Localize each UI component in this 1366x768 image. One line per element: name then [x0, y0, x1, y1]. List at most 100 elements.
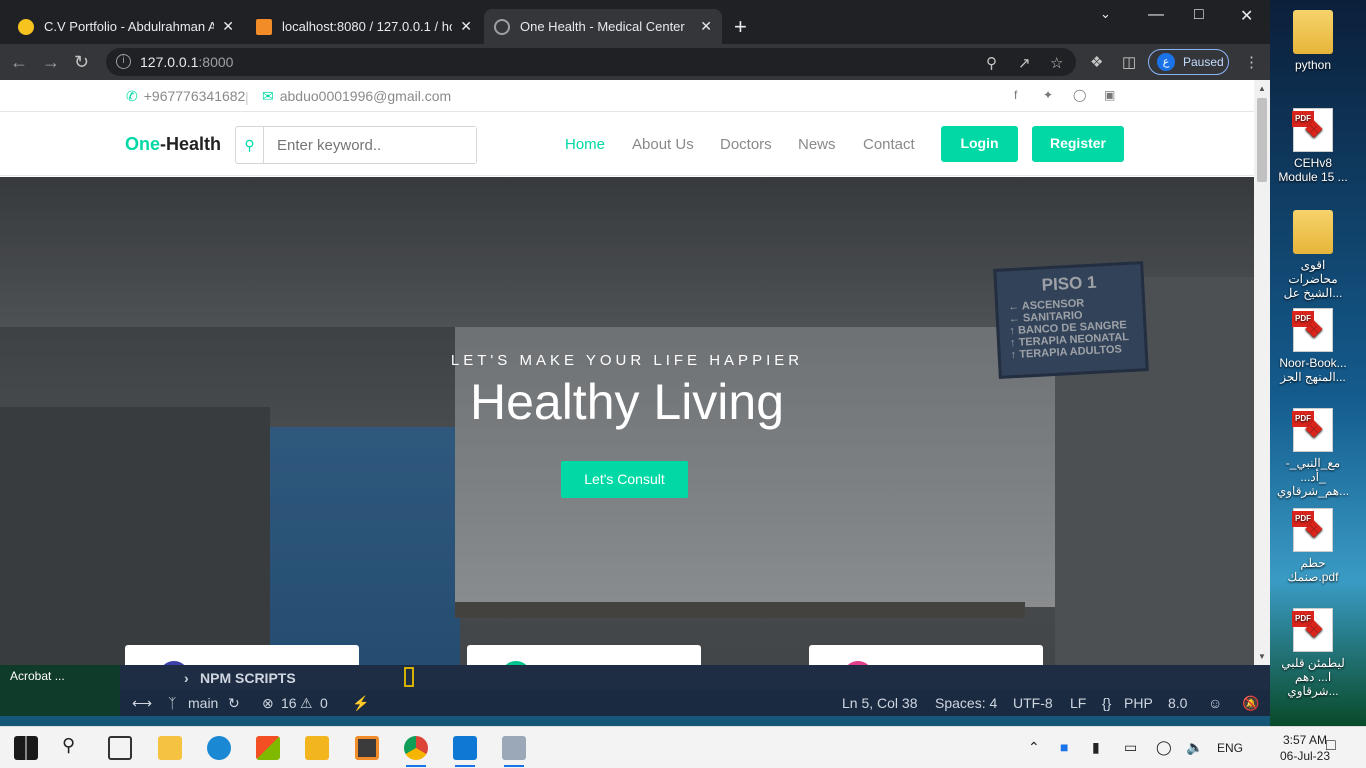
- page-scrollbar[interactable]: ▲ ▼: [1254, 80, 1270, 665]
- cursor-position[interactable]: Ln 5, Col 38: [842, 695, 918, 711]
- notifications-muted-icon[interactable]: 🔕: [1242, 695, 1259, 712]
- input-language[interactable]: ENG: [1217, 741, 1243, 755]
- zoom-icon[interactable]: ⚲: [986, 54, 997, 72]
- tab-search-chevron-icon[interactable]: ⌄: [1100, 6, 1111, 22]
- cursor-marker: [404, 667, 414, 687]
- warning-count[interactable]: 0: [320, 695, 328, 711]
- feature-card: [467, 645, 701, 665]
- nav-home[interactable]: Home: [565, 136, 605, 153]
- store-icon[interactable]: [256, 736, 280, 760]
- phone-contact[interactable]: ✆ +967776341682: [126, 88, 245, 105]
- desktop-icon-noor-book[interactable]: PDF ❖ Noor-Book... المنهج الجز...: [1276, 308, 1350, 384]
- scroll-down-icon[interactable]: ▼: [1258, 652, 1266, 661]
- npm-scripts-header[interactable]: NPM SCRIPTS: [200, 670, 296, 686]
- profile-paused-button[interactable]: ع Paused: [1148, 49, 1229, 75]
- encoding[interactable]: UTF-8: [1013, 695, 1053, 711]
- line-ending[interactable]: LF: [1070, 695, 1086, 711]
- search-input[interactable]: [264, 127, 476, 163]
- windows-start-icon[interactable]: [14, 736, 38, 760]
- scroll-thumb[interactable]: [1257, 98, 1267, 182]
- facebook-icon[interactable]: f: [1014, 88, 1017, 102]
- reload-icon[interactable]: ↻: [74, 52, 89, 73]
- tab-one-health[interactable]: One Health - Medical Center ✕: [484, 9, 722, 44]
- nav-about-us[interactable]: About Us: [632, 136, 694, 153]
- php-version[interactable]: 8.0: [1168, 695, 1187, 711]
- error-count[interactable]: 16: [281, 695, 297, 711]
- file-explorer-icon[interactable]: [158, 736, 182, 760]
- search-icon[interactable]: ⚲: [62, 735, 75, 756]
- pdf-file-icon: PDF ❖: [1292, 508, 1333, 552]
- volume-icon[interactable]: 🔈: [1186, 739, 1203, 756]
- chrome-icon[interactable]: [404, 736, 428, 767]
- close-tab-icon[interactable]: ✕: [460, 18, 472, 35]
- search-icon[interactable]: ⚲: [236, 127, 264, 163]
- tab-cv-portfolio[interactable]: C.V Portfolio - Abdulrahman Alba ✕: [8, 9, 244, 44]
- tools-app-icon[interactable]: [305, 736, 329, 760]
- dribbble-icon[interactable]: ◯: [1073, 88, 1086, 102]
- file-shortcut-icon: [1293, 210, 1333, 254]
- hero-title: Healthy Living: [469, 374, 785, 430]
- desktop-icon-pdf-4[interactable]: PDF ❖ حطم صنمك.pdf: [1276, 508, 1350, 584]
- notifications-icon[interactable]: □: [1326, 737, 1336, 755]
- hero-banner: PISO 1 ← ASCENSOR ← SANITARIO ↑ BANCO DE…: [0, 177, 1254, 665]
- twitter-icon[interactable]: ✦: [1043, 88, 1053, 102]
- show-hidden-icons-chevron-icon[interactable]: ⌃: [1028, 739, 1040, 756]
- acrobat-taskbar-icon[interactable]: [502, 736, 526, 767]
- desktop-icon-pdf-3[interactable]: PDF ❖ مع_النبي_-_أد... هم_شرقاوي...: [1276, 408, 1350, 498]
- tab-strip: C.V Portfolio - Abdulrahman Alba ✕ local…: [0, 0, 1270, 44]
- close-tab-icon[interactable]: ✕: [700, 18, 712, 35]
- close-tab-icon[interactable]: ✕: [222, 18, 234, 35]
- indentation[interactable]: Spaces: 4: [935, 695, 997, 711]
- login-button[interactable]: Login: [941, 126, 1018, 162]
- close-window-icon[interactable]: ✕: [1240, 6, 1253, 26]
- battery-icon[interactable]: ▮: [1092, 739, 1100, 756]
- scroll-up-icon[interactable]: ▲: [1258, 84, 1266, 93]
- site-info-icon[interactable]: i: [116, 54, 131, 69]
- extensions-puzzle-icon[interactable]: ❖: [1090, 53, 1103, 71]
- forward-arrow-icon[interactable]: →: [42, 52, 60, 73]
- consult-button[interactable]: Let's Consult: [561, 461, 688, 498]
- network-globe-icon[interactable]: ◯: [1156, 739, 1172, 756]
- sublime-text-icon[interactable]: [355, 736, 379, 760]
- remote-icon[interactable]: ⟷: [132, 695, 152, 712]
- chevron-right-icon[interactable]: ›: [184, 670, 189, 686]
- display-icon[interactable]: ▭: [1124, 739, 1137, 756]
- new-tab-icon[interactable]: +: [734, 14, 747, 40]
- vscode-icon[interactable]: [453, 736, 477, 767]
- branch-icon: ᛉ: [168, 695, 177, 711]
- task-view-icon[interactable]: [108, 736, 132, 760]
- share-icon[interactable]: ↗: [1018, 54, 1031, 72]
- edge-icon[interactable]: [207, 736, 231, 760]
- tab-phpmyadmin[interactable]: localhost:8080 / 127.0.0.1 / hospi ✕: [246, 9, 482, 44]
- instagram-icon[interactable]: ▣: [1104, 88, 1115, 102]
- minimize-icon[interactable]: —: [1148, 6, 1164, 24]
- nav-news[interactable]: News: [798, 136, 836, 153]
- desktop-icon-lectures[interactable]: اقوى محاضرات الشيخ عل...: [1276, 210, 1350, 300]
- brand-logo[interactable]: One-Health: [125, 134, 221, 155]
- language-mode[interactable]: PHP: [1124, 695, 1153, 711]
- pdf-file-icon: PDF ❖: [1292, 408, 1333, 452]
- more-menu-icon[interactable]: ⋮: [1244, 53, 1259, 71]
- acrobat-window-fragment[interactable]: Acrobat ...: [0, 665, 120, 716]
- email-contact[interactable]: ✉ abduo0001996@gmail.com: [262, 88, 451, 105]
- maximize-icon[interactable]: □: [1194, 6, 1204, 24]
- desktop-icon-python[interactable]: python: [1276, 10, 1350, 72]
- error-icon: ⊗: [262, 695, 274, 711]
- feedback-icon[interactable]: ☺: [1208, 695, 1222, 711]
- back-arrow-icon[interactable]: ←: [10, 52, 28, 73]
- bookmark-star-icon[interactable]: ☆: [1050, 54, 1063, 72]
- phone-icon: ✆: [126, 88, 138, 104]
- desktop-icon-pdf-5[interactable]: PDF ❖ ليطمئن قلبي ا... دهم شرقاوي...: [1276, 608, 1350, 698]
- tray-app-icon[interactable]: ■: [1060, 739, 1068, 755]
- nav-contact[interactable]: Contact: [863, 136, 915, 153]
- git-branch[interactable]: main: [188, 695, 218, 711]
- address-bar[interactable]: i 127.0.0.1:8000 ⚲ ↗ ☆: [106, 48, 1076, 76]
- pdf-file-icon: PDF ❖: [1292, 108, 1333, 152]
- desktop-icon-cehv8[interactable]: PDF ❖ CEHv8 Module 15 ...: [1276, 108, 1350, 184]
- side-panel-icon[interactable]: ◫: [1122, 53, 1136, 71]
- register-button[interactable]: Register: [1032, 126, 1124, 162]
- system-clock[interactable]: 3:57 AM 06-Jul-23: [1280, 732, 1330, 764]
- lightning-icon[interactable]: ⚡: [352, 695, 369, 712]
- sync-icon[interactable]: ↻: [228, 695, 240, 712]
- nav-doctors[interactable]: Doctors: [720, 136, 772, 153]
